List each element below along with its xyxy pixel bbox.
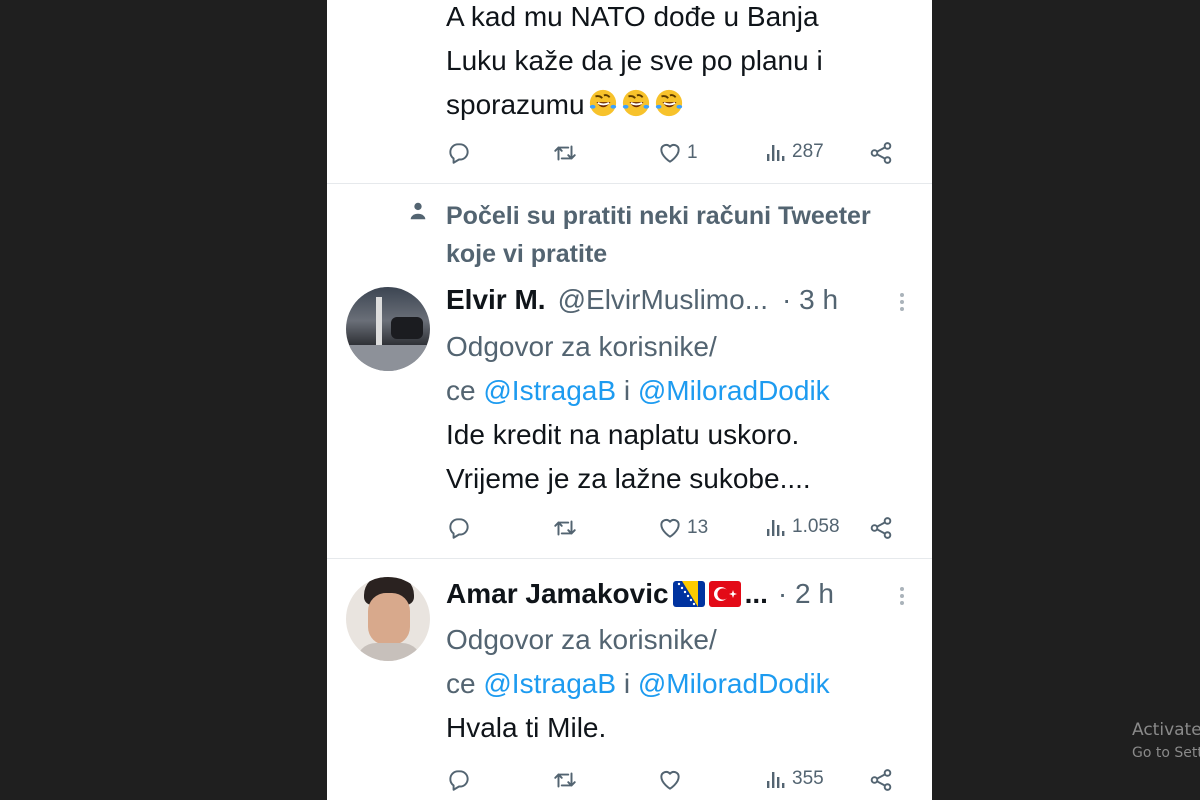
more-options-icon[interactable] — [899, 293, 905, 311]
activation-watermark: Activate Go to Sett — [1132, 718, 1200, 764]
retweet-icon — [552, 515, 578, 541]
social-context-line: Počeli su pratiti neki računi Tweeter — [446, 202, 871, 230]
tweet2-body: Odgovor za korisnike/ ce @IstragaB i @Mi… — [446, 325, 830, 501]
avatar-photo — [376, 297, 382, 349]
avatar-photo — [346, 345, 430, 371]
rofl-emoji — [654, 88, 684, 118]
tweet1-line: A kad mu NATO dođe u Banja — [446, 1, 819, 32]
more-options-icon[interactable] — [899, 587, 905, 605]
divider — [327, 183, 932, 184]
share-icon — [868, 515, 894, 541]
view-count: 1.058 — [792, 516, 840, 537]
reply-icon — [446, 140, 472, 166]
reply-icon — [446, 515, 472, 541]
tweet1-text: A kad mu NATO dođe u Banja Luku kaže da … — [446, 0, 823, 127]
name-truncation: ... — [744, 578, 768, 609]
reply-button[interactable] — [446, 515, 472, 541]
tweet3-header: Amar Jamakovic ... · 2 h — [446, 578, 834, 610]
heart-icon — [657, 515, 683, 541]
mention-link[interactable]: @IstragaB — [483, 668, 616, 699]
display-name[interactable]: Elvir M. — [446, 284, 546, 316]
view-count: 287 — [792, 141, 824, 162]
retweet-button[interactable] — [552, 140, 578, 166]
avatar-photo — [356, 643, 422, 661]
social-context-line: koje vi pratite — [446, 240, 608, 268]
views-icon — [764, 515, 788, 539]
retweet-button[interactable] — [552, 515, 578, 541]
like-button[interactable]: 13 — [657, 515, 708, 541]
avatar[interactable] — [346, 287, 430, 371]
share-button[interactable] — [868, 767, 894, 793]
tweet1-line: Luku kaže da je sve po planu i — [446, 45, 823, 76]
like-button[interactable] — [657, 767, 683, 793]
turkey-flag — [708, 581, 741, 607]
social-context-text[interactable]: Počeli su pratiti neki računi Tweeter ko… — [446, 197, 871, 273]
reply-button[interactable] — [446, 767, 472, 793]
views-button[interactable]: 355 — [764, 767, 824, 791]
tweet1-line: sporazumu — [446, 83, 823, 127]
reply-context: Odgovor za korisnike/ — [446, 624, 717, 655]
watermark-line2: Go to Sett — [1132, 745, 1200, 761]
mention-link[interactable]: @IstragaB — [483, 375, 616, 406]
mention-link[interactable]: @MiloradDodik — [638, 668, 830, 699]
tweet2-line: Ide kredit na naplatu uskoro. — [446, 419, 800, 450]
reply-context: Odgovor za korisnike/ — [446, 331, 717, 362]
mention-link[interactable]: @MiloradDodik — [638, 375, 830, 406]
tweet3-line: Hvala ti Mile. — [446, 712, 607, 743]
avatar-photo — [391, 317, 423, 339]
rofl-emoji — [621, 88, 651, 118]
like-count: 13 — [687, 517, 709, 538]
timestamp[interactable]: · 3 h — [782, 284, 838, 316]
tweet2-line: Vrijeme je za lažne sukobe.... — [446, 463, 811, 494]
share-button[interactable] — [868, 515, 894, 541]
like-count: 1 — [687, 142, 698, 163]
reply-icon — [446, 767, 472, 793]
views-button[interactable]: 287 — [764, 140, 824, 164]
like-button[interactable]: 1 — [657, 140, 698, 166]
views-button[interactable]: 1.058 — [764, 515, 840, 539]
retweet-button[interactable] — [552, 767, 578, 793]
avatar-photo — [368, 593, 410, 645]
retweet-icon — [552, 140, 578, 166]
divider — [327, 558, 932, 559]
views-icon — [764, 767, 788, 791]
retweet-icon — [552, 767, 578, 793]
watermark-line1: Activate — [1132, 720, 1200, 740]
tweet-feed-panel: A kad mu NATO dođe u Banja Luku kaže da … — [327, 0, 932, 800]
rofl-emoji — [588, 88, 618, 118]
person-icon — [410, 202, 426, 220]
tweet2-header: Elvir M. @ElvirMuslimo... · 3 h — [446, 284, 838, 316]
display-name[interactable]: Amar Jamakovic — [446, 578, 669, 610]
reply-button[interactable] — [446, 140, 472, 166]
bosnia-flag — [672, 581, 705, 607]
views-icon — [764, 140, 788, 164]
share-icon — [868, 767, 894, 793]
share-icon — [868, 140, 894, 166]
avatar[interactable] — [346, 577, 430, 661]
heart-icon — [657, 140, 683, 166]
heart-icon — [657, 767, 683, 793]
reply-context-mentions: ce @IstragaB i @MiloradDodik — [446, 668, 830, 699]
handle[interactable]: @ElvirMuslimo... — [558, 284, 768, 316]
tweet3-body: Odgovor za korisnike/ ce @IstragaB i @Mi… — [446, 618, 830, 750]
share-button[interactable] — [868, 140, 894, 166]
view-count: 355 — [792, 768, 824, 789]
timestamp[interactable]: · 2 h — [778, 578, 834, 610]
reply-context-mentions: ce @IstragaB i @MiloradDodik — [446, 375, 830, 406]
